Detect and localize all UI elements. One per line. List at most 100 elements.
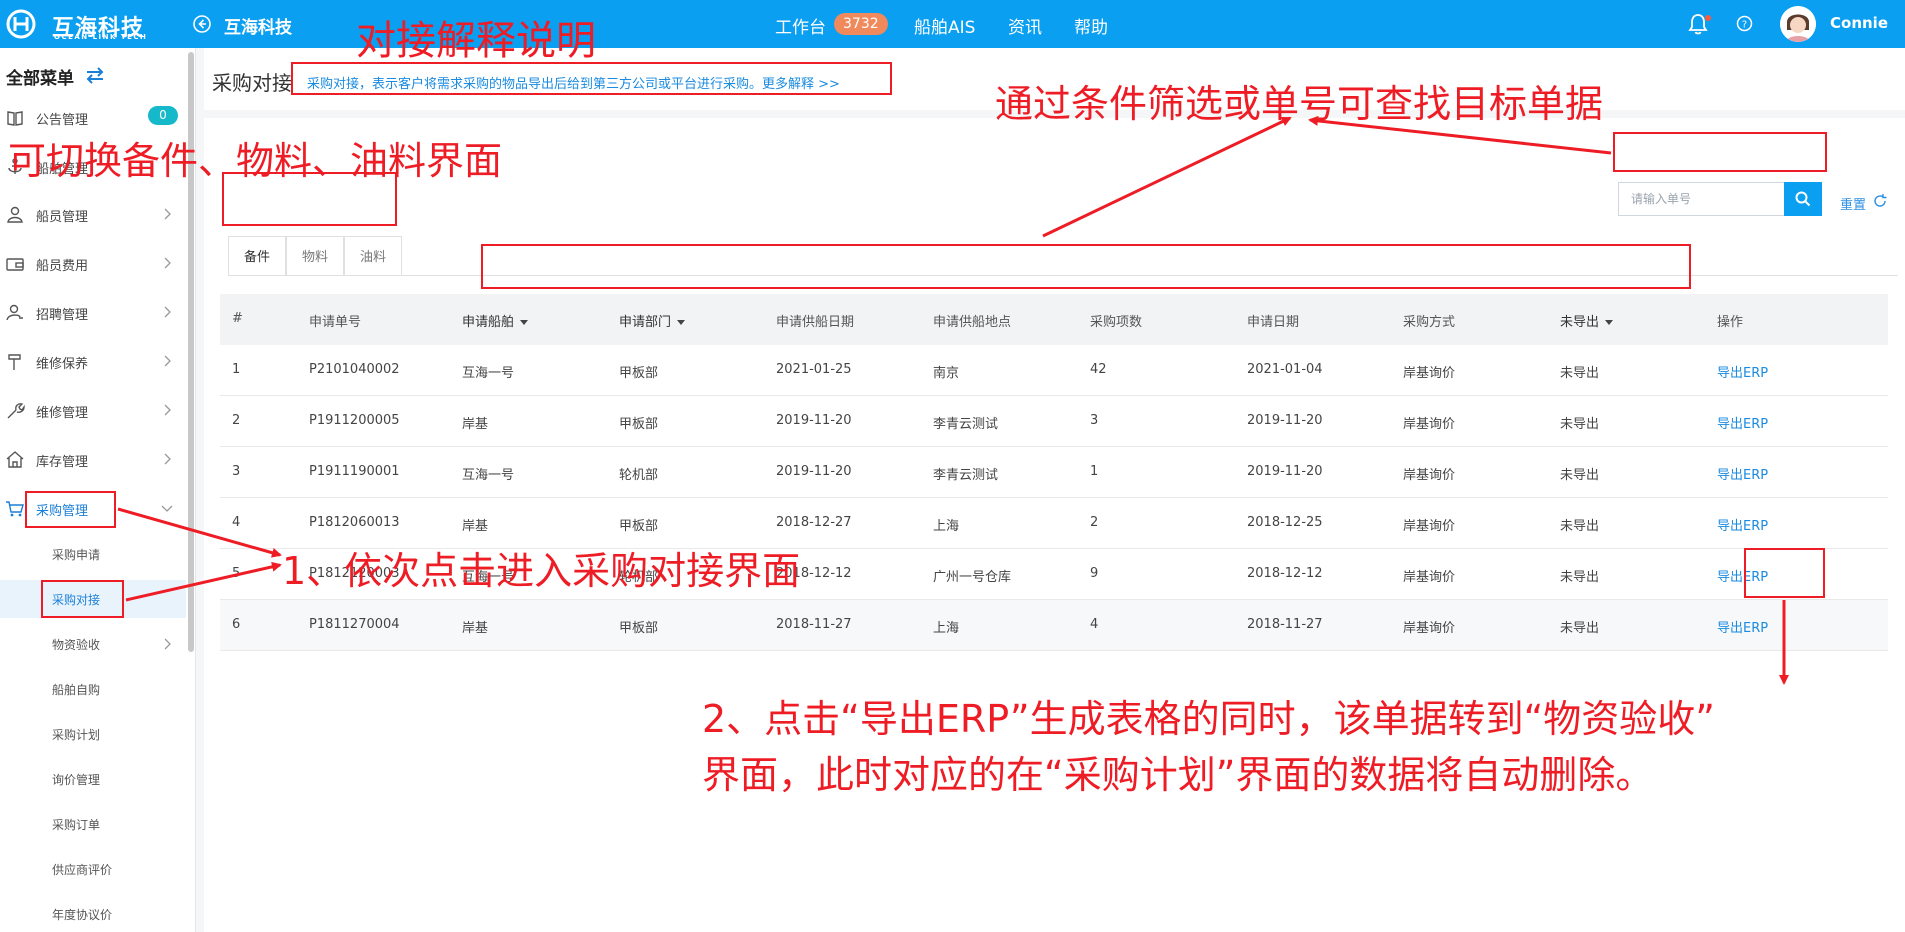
export-erp-link[interactable]: 导出ERP [1717, 413, 1768, 432]
export-erp-link[interactable]: 导出ERP [1717, 515, 1768, 534]
cell-ship: 岸基 [462, 519, 489, 534]
username[interactable]: Connie [1830, 14, 1888, 32]
export-erp-link[interactable]: 导出ERP [1717, 464, 1768, 483]
cell-order-no: P1911200005 [309, 413, 400, 428]
nav-help[interactable]: 帮助 [1074, 13, 1108, 38]
sidebar-sub-purchase-order[interactable]: 采购订单 [0, 805, 186, 843]
sidebar-item-crew-cost[interactable]: 船员费用 [0, 246, 186, 282]
sidebar-sub-annual-price[interactable]: 年度协议价 [0, 895, 186, 932]
annotation-step2-line1: 2、点击“导出ERP”生成表格的同时，该单据转到“物资验收” [702, 697, 1715, 741]
sidebar-sub-label: 采购计划 [52, 728, 101, 742]
cell-purchase-method: 岸基询价 [1403, 417, 1456, 432]
export-erp-link[interactable]: 导出ERP [1717, 362, 1768, 381]
sidebar-item-label: 招聘管理 [36, 308, 89, 323]
chevron-down-icon [161, 505, 173, 512]
search-button[interactable] [1784, 182, 1822, 216]
col-order-no: 申请单号 [309, 315, 362, 330]
tab-materials[interactable]: 物料 [286, 236, 344, 276]
sidebar-sub-purchase-plan[interactable]: 采购计划 [0, 715, 186, 753]
search-icon [1795, 191, 1811, 207]
cell-dept: 甲板部 [619, 366, 659, 381]
cell-apply-date: 2018-12-12 [1247, 566, 1323, 581]
annotation-filter-hint: 通过条件筛选或单号可查找目标单据 [995, 82, 1604, 126]
col-export-status-filter[interactable]: 未导出 [1560, 311, 1614, 330]
page-title: 采购对接 [212, 71, 292, 95]
col-supply-place: 申请供船地点 [933, 315, 1012, 330]
export-erp-link[interactable]: 导出ERP [1717, 617, 1768, 636]
book-icon [7, 111, 23, 126]
cell-supply-place: 上海 [933, 519, 960, 534]
cell-apply-date: 2021-01-04 [1247, 362, 1323, 377]
refresh-icon[interactable] [1872, 193, 1888, 209]
cell-purchase-method: 岸基询价 [1403, 366, 1456, 381]
cell-order-no: P1812060013 [309, 515, 400, 530]
cell-supply-place: 李青云测试 [933, 468, 999, 483]
sidebar-item-recruit[interactable]: 招聘管理 [0, 295, 186, 331]
cell-apply-date: 2018-12-25 [1247, 515, 1323, 530]
sidebar-sub-label: 询价管理 [52, 773, 101, 787]
sidebar-item-label: 公告管理 [36, 113, 89, 128]
switch-arrows-icon[interactable] [84, 66, 106, 84]
cell-ship: 岸基 [462, 621, 489, 636]
cell-ship: 互海一号 [462, 366, 515, 381]
cell-supply-date: 2019-11-20 [776, 413, 852, 428]
nav-ship-ais[interactable]: 船舶AIS [914, 13, 975, 38]
brand-logo[interactable]: 互海科技 OCEAN LINK TECH [4, 6, 154, 42]
recruit-icon [6, 304, 23, 321]
sidebar-item-crew[interactable]: 船员管理 [0, 197, 186, 233]
sidebar-item-repair[interactable]: 维修管理 [0, 393, 186, 429]
chevron-right-icon [164, 257, 171, 269]
sidebar-sub-purchase-request[interactable]: 采购申请 [0, 535, 186, 573]
col-ship-filter[interactable]: 申请船舶 [462, 311, 529, 330]
cell-index: 4 [232, 515, 241, 530]
annotation-box-search [1613, 132, 1827, 172]
cell-apply-date: 2018-11-27 [1247, 617, 1323, 632]
order-search-input[interactable] [1619, 183, 1749, 215]
sidebar-sub-label: 采购申请 [52, 548, 101, 562]
content-panel: 重置 备件 物料 油料 # 申请单号 申请船舶 申请部门 申请供船日期 申请供船… [204, 118, 1905, 932]
cell-item-count: 2 [1090, 515, 1099, 530]
sidebar-item-label: 船员管理 [36, 210, 89, 225]
chevron-right-icon [164, 355, 171, 367]
tab-oil[interactable]: 油料 [344, 236, 402, 276]
cell-export-status: 未导出 [1560, 417, 1600, 432]
col-dept-filter[interactable]: 申请部门 [619, 311, 686, 330]
help-circle-icon[interactable]: ? [1736, 15, 1753, 32]
cell-item-count: 42 [1090, 362, 1107, 377]
annotation-switch-tabs: 可切换备件、物料、油料界面 [8, 139, 503, 183]
sidebar-item-maintenance[interactable]: 维修保养 [0, 344, 186, 380]
annotation-title-explain: 对接解释说明 [356, 18, 596, 64]
col-supply-date: 申请供船日期 [776, 315, 855, 330]
table-header: # 申请单号 申请船舶 申请部门 申请供船日期 申请供船地点 采购项数 申请日期… [220, 294, 1888, 345]
sidebar-item-inventory[interactable]: 库存管理 [0, 442, 186, 478]
cell-item-count: 9 [1090, 566, 1099, 581]
brand-subtitle: OCEAN LINK TECH [54, 33, 148, 41]
annotation-step2-line2: 界面，此时对应的在“采购计划”界面的数据将自动删除。 [702, 753, 1654, 797]
tab-spare-parts[interactable]: 备件 [228, 236, 286, 276]
nav-workbench[interactable]: 工作台 [775, 13, 826, 38]
sidebar-sub-label: 船舶自购 [52, 683, 101, 697]
brand-logo-icon [6, 9, 36, 39]
col-export-status-label: 未导出 [1560, 315, 1600, 330]
cell-purchase-method: 岸基询价 [1403, 468, 1456, 483]
cell-supply-date: 2018-12-27 [776, 515, 852, 530]
user-avatar[interactable] [1780, 6, 1816, 42]
sidebar-sub-goods-acceptance[interactable]: 物资验收 [0, 625, 186, 663]
back-arrow-icon [193, 15, 211, 33]
sidebar-item-label: 船员费用 [36, 259, 89, 274]
all-menu-heading: 全部菜单 [6, 69, 74, 89]
table-row: 1 P2101040002 互海一号 甲板部 2021-01-25 南京 42 2021-01… [220, 345, 1888, 396]
col-item-count: 采购项数 [1090, 315, 1143, 330]
sidebar-sub-supplier-review[interactable]: 供应商评价 [0, 850, 186, 888]
svg-text:?: ? [1742, 19, 1747, 30]
annotation-box-purchase-menu [25, 491, 116, 528]
cell-supply-place: 广州一号仓库 [933, 570, 1012, 585]
cell-supply-date: 2021-01-25 [776, 362, 852, 377]
reset-button[interactable]: 重置 [1840, 194, 1866, 213]
chevron-right-icon [164, 208, 171, 220]
sidebar-sub-ship-self-purchase[interactable]: 船舶自购 [0, 670, 186, 708]
nav-news[interactable]: 资讯 [1008, 13, 1042, 38]
cell-purchase-method: 岸基询价 [1403, 519, 1456, 534]
cell-item-count: 3 [1090, 413, 1099, 428]
sidebar-sub-inquiry[interactable]: 询价管理 [0, 760, 186, 798]
